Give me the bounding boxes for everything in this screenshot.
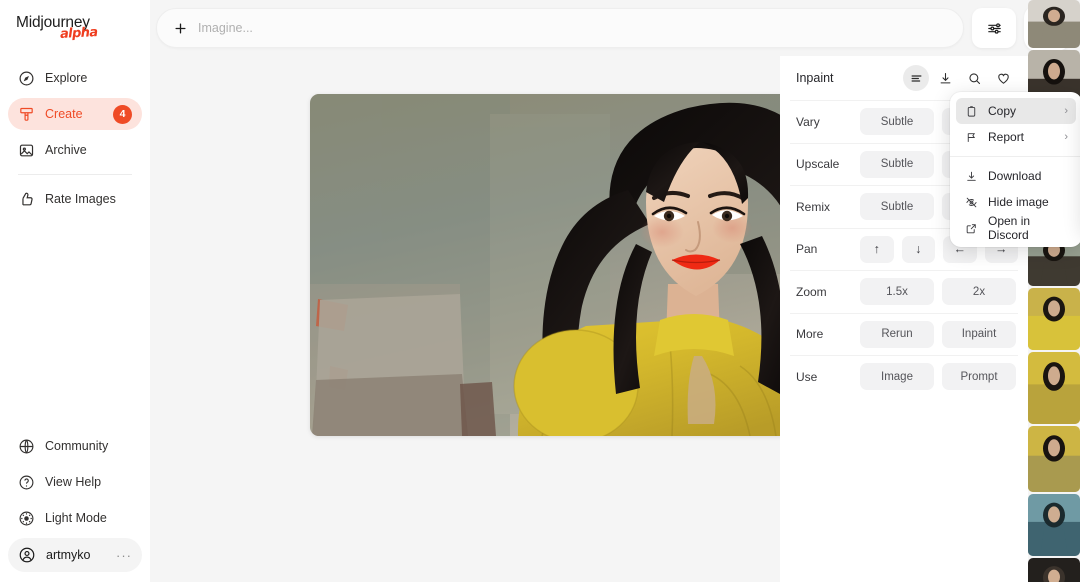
chevron-right-icon: › xyxy=(1064,105,1068,117)
brand-logo[interactable]: Midjourney alpha xyxy=(8,0,142,56)
globe-icon xyxy=(18,438,35,455)
brand-alpha-tag: alpha xyxy=(59,25,98,42)
archive-image-icon xyxy=(18,142,35,159)
sidebar-item-view-help[interactable]: View Help xyxy=(8,466,142,498)
filmstrip-thumbnail[interactable] xyxy=(1028,426,1080,492)
question-circle-icon xyxy=(18,474,35,491)
sidebar-item-create[interactable]: Create 4 xyxy=(8,98,142,130)
filmstrip-thumbnail[interactable] xyxy=(1028,558,1080,582)
thumbs-up-icon xyxy=(18,191,35,208)
upscale-subtle-button[interactable]: Subtle xyxy=(860,150,934,178)
chevron-right-icon: › xyxy=(1064,131,1068,143)
thumbnail-artwork xyxy=(1028,426,1080,492)
use-image-button[interactable]: Image xyxy=(860,363,934,391)
menu-item-open-in-discord[interactable]: Open in Discord xyxy=(956,214,1076,242)
menu-item-hide-image[interactable]: Hide image xyxy=(956,189,1076,215)
filmstrip-thumbnail[interactable] xyxy=(1028,288,1080,350)
nav-divider xyxy=(18,174,132,175)
heart-icon[interactable] xyxy=(990,65,1016,91)
zoom-2x-button[interactable]: 2x xyxy=(942,278,1016,306)
filmstrip-thumbnail[interactable] xyxy=(1028,352,1080,424)
pan-up-button[interactable]: ↑ xyxy=(860,235,894,263)
main-area: Inpaint xyxy=(150,0,1080,582)
create-count-badge: 4 xyxy=(113,104,132,124)
sidebar: Midjourney alpha Explore Create 4 Archiv… xyxy=(0,0,150,582)
menu-item-report[interactable]: Report › xyxy=(956,124,1076,150)
menu-item-download[interactable]: Download xyxy=(956,163,1076,189)
sidebar-item-archive[interactable]: Archive xyxy=(8,134,142,166)
sidebar-item-label: Explore xyxy=(45,71,88,85)
download-icon xyxy=(964,169,978,183)
row-label: Remix xyxy=(796,199,831,214)
thumbnail-artwork xyxy=(1028,494,1080,556)
menu-item-copy[interactable]: Copy › xyxy=(956,98,1076,124)
action-row-use: Use Image Prompt xyxy=(790,355,1018,398)
context-menu: Copy › Report › Download Hide image Open… xyxy=(950,92,1080,247)
primary-nav: Explore Create 4 Archive Rate Images xyxy=(8,62,142,219)
vary-subtle-button[interactable]: Subtle xyxy=(860,108,934,136)
more-rerun-button[interactable]: Rerun xyxy=(860,320,934,348)
sidebar-bottom: Community View Help Light Mode artmyko ·… xyxy=(8,430,142,582)
top-bar xyxy=(150,0,1080,56)
use-prompt-button[interactable]: Prompt xyxy=(942,363,1016,391)
user-name: artmyko xyxy=(46,548,91,562)
pan-down-button[interactable]: ↓ xyxy=(901,235,935,263)
action-row-zoom: Zoom 1.5x 2x xyxy=(790,270,1018,313)
clipboard-icon xyxy=(964,104,978,118)
thumbnail-artwork xyxy=(1028,352,1080,424)
user-more-icon[interactable]: ··· xyxy=(116,548,132,563)
zoom-1-5x-button[interactable]: 1.5x xyxy=(860,278,934,306)
compass-icon xyxy=(18,70,35,87)
thumbnail-artwork xyxy=(1028,0,1080,48)
search-icon[interactable] xyxy=(961,65,987,91)
sliders-icon xyxy=(986,20,1003,37)
menu-icon[interactable] xyxy=(903,65,929,91)
row-label: Use xyxy=(796,369,818,384)
filmstrip-thumbnail[interactable] xyxy=(1028,494,1080,556)
sidebar-item-label: Rate Images xyxy=(45,192,116,206)
sidebar-item-light-mode[interactable]: Light Mode xyxy=(8,502,142,534)
sidebar-item-explore[interactable]: Explore xyxy=(8,62,142,94)
filmstrip-thumbnail[interactable] xyxy=(1028,0,1080,48)
thumbnail-artwork xyxy=(1028,288,1080,350)
row-label: Upscale xyxy=(796,157,840,172)
download-icon[interactable] xyxy=(932,65,958,91)
row-label: More xyxy=(796,327,824,342)
sidebar-item-label: Community xyxy=(45,439,109,453)
menu-divider xyxy=(950,156,1080,157)
prompt-input[interactable] xyxy=(198,21,947,35)
action-row-more: More Rerun Inpaint xyxy=(790,312,1018,356)
more-inpaint-button[interactable]: Inpaint xyxy=(942,320,1016,348)
row-label: Vary xyxy=(796,114,820,129)
sidebar-item-label: Archive xyxy=(45,143,87,157)
remix-subtle-button[interactable]: Subtle xyxy=(860,193,934,221)
plus-icon[interactable] xyxy=(173,21,188,36)
external-link-icon xyxy=(964,221,978,235)
menu-item-label: Download xyxy=(988,169,1042,183)
midjourney-app: Midjourney alpha Explore Create 4 Archiv… xyxy=(0,0,1080,582)
menu-item-label: Copy xyxy=(988,104,1017,118)
brush-icon xyxy=(18,106,35,123)
prompt-bar[interactable] xyxy=(156,8,964,48)
user-account-button[interactable]: artmyko ··· xyxy=(8,538,142,572)
filmstrip[interactable] xyxy=(1028,0,1080,582)
row-label: Pan xyxy=(796,242,818,257)
settings-button[interactable] xyxy=(972,8,1016,48)
sidebar-item-rate-images[interactable]: Rate Images xyxy=(8,183,142,215)
sun-icon xyxy=(18,510,35,527)
panel-title: Inpaint xyxy=(796,71,834,85)
sidebar-item-label: Create xyxy=(45,107,83,121)
row-label: Zoom xyxy=(796,284,827,299)
sidebar-item-community[interactable]: Community xyxy=(8,430,142,462)
thumbnail-artwork xyxy=(1028,558,1080,582)
menu-item-label: Open in Discord xyxy=(988,214,1031,242)
eye-off-icon xyxy=(964,195,978,209)
sidebar-item-label: Light Mode xyxy=(45,511,107,525)
sidebar-item-label: View Help xyxy=(45,475,102,489)
menu-item-label: Hide image xyxy=(988,195,1049,209)
menu-item-label: Report xyxy=(988,130,1025,144)
panel-icon-group xyxy=(903,65,1016,91)
flag-icon xyxy=(964,130,978,144)
avatar-icon xyxy=(18,546,36,564)
